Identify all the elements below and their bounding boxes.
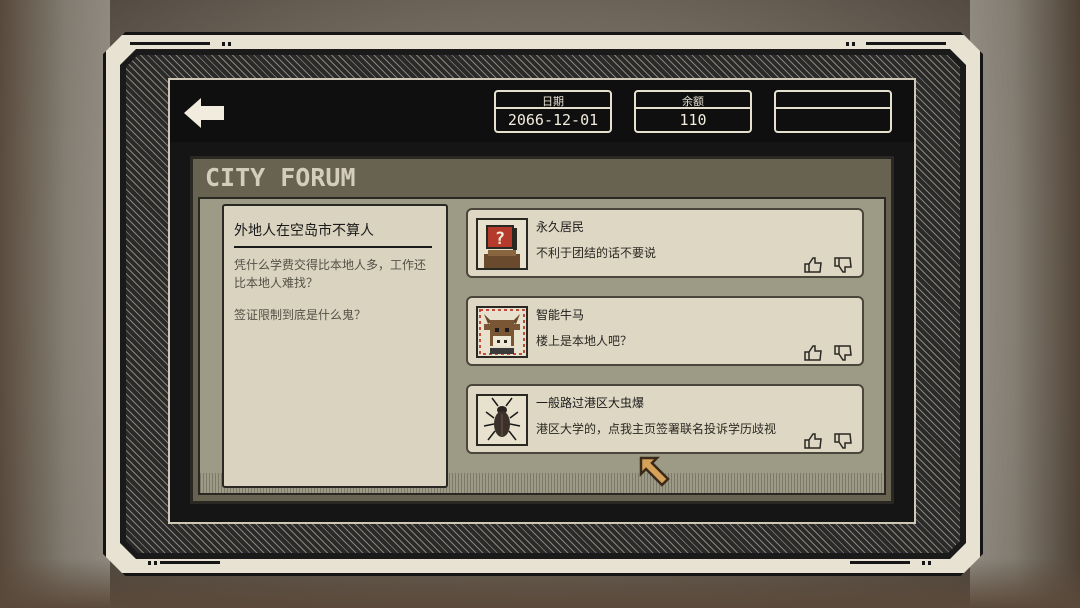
empty-stat-box	[774, 90, 892, 133]
reply-card[interactable]: ? 永久居民 不利于团结的话不要说	[466, 208, 864, 278]
topic-title: 外地人在空岛市不算人	[234, 223, 374, 239]
frame-deco-line-top-left	[130, 42, 210, 45]
forum-title: CITY FORUM	[205, 163, 356, 192]
date-label: 日期	[542, 95, 564, 108]
forum-body: 外地人在空岛市不算人 凭什么学费交得比本地人多，工作还比本地人难找？ 签证限制到…	[198, 197, 886, 495]
reply-text: 楼上是本地人吧？	[536, 334, 633, 348]
date-value: 2066-12-01	[507, 111, 599, 129]
reply-author: 永久居民	[536, 220, 585, 234]
game-screen: 日期 2066-12-01 余额 110 CITY FORUM 外地人在空岛市不…	[168, 78, 916, 524]
thumbs-up-icon[interactable]	[804, 433, 822, 449]
balance-value: 110	[679, 111, 707, 129]
frame-deco-line-bottom-right	[850, 561, 910, 564]
date-box: 日期 2066-12-01	[494, 90, 612, 133]
frame-deco-dots-top-right	[846, 42, 858, 46]
topic-paragraph: 签证限制到底是什么鬼？	[234, 308, 367, 322]
reply-author: 一般路过港区大虫爆	[536, 396, 645, 410]
frame-deco-line-top-right	[866, 42, 946, 45]
empty-stat-divider	[776, 107, 890, 109]
topic-paragraph: 凭什么学费交得比本地人多，工作还比本地人难找？	[234, 258, 427, 290]
balance-label: 余额	[682, 95, 704, 108]
reply-text: 不利于团结的话不要说	[536, 246, 657, 260]
reply-card[interactable]: 一般路过港区大虫爆 港区大学的，点我主页签署联名投诉学历歧视	[466, 384, 864, 454]
frame-deco-dots-top-left	[222, 42, 234, 46]
thumbs-down-icon[interactable]	[834, 433, 852, 449]
back-arrow-icon	[184, 98, 224, 128]
cockroach-avatar-icon	[476, 394, 528, 446]
topic-post[interactable]: 外地人在空岛市不算人 凭什么学费交得比本地人多，工作还比本地人难找？ 签证限制到…	[222, 204, 448, 488]
thumbs-up-icon[interactable]	[804, 345, 822, 361]
thumbs-up-icon[interactable]	[804, 257, 822, 273]
topic-divider	[234, 246, 432, 248]
mouse-cursor-icon	[638, 455, 672, 489]
top-bar: 日期 2066-12-01 余额 110	[170, 80, 914, 142]
svg-text:?: ?	[495, 229, 505, 249]
empty-stat-label	[776, 93, 890, 107]
background-right-blur	[970, 0, 1080, 608]
reply-card[interactable]: 智能牛马 楼上是本地人吧？	[466, 296, 864, 366]
thumbs-down-icon[interactable]	[834, 257, 852, 273]
frame-deco-dots-bottom-right	[922, 561, 934, 565]
frame-deco-line-bottom-left	[160, 561, 220, 564]
frame-deco-dots-bottom-left	[148, 561, 160, 565]
cow-avatar-icon	[476, 306, 528, 358]
city-forum-panel: CITY FORUM 外地人在空岛市不算人 凭什么学费交得比本地人多，工作还比本…	[190, 156, 894, 504]
reply-text: 港区大学的，点我主页签署联名投诉学历歧视	[536, 422, 777, 436]
date-divider	[496, 107, 610, 109]
background-left-blur	[0, 0, 110, 608]
thumbs-down-icon[interactable]	[834, 345, 852, 361]
reply-author: 智能牛马	[536, 308, 585, 322]
question-sign-avatar-icon: ?	[476, 218, 528, 270]
balance-box: 余额 110	[634, 90, 752, 133]
back-button[interactable]	[182, 96, 226, 130]
balance-divider	[636, 107, 750, 109]
